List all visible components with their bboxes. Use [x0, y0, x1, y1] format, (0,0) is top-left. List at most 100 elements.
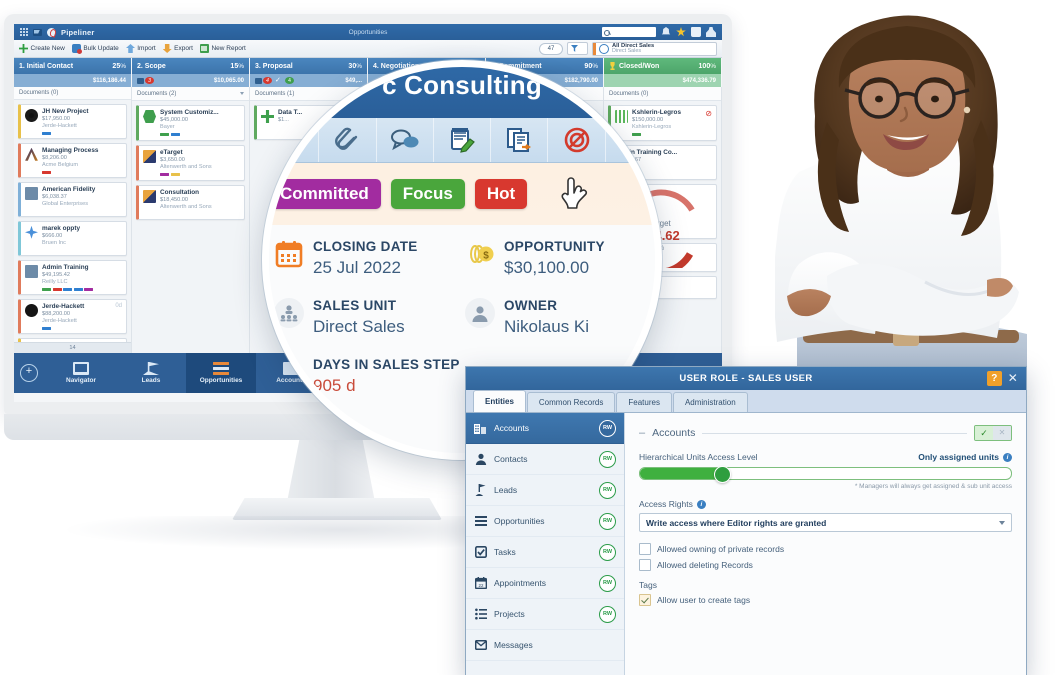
- stage-name: 2. Scope: [137, 62, 166, 70]
- nav-item-leads[interactable]: Leads: [116, 353, 186, 393]
- opportunity-card[interactable]: Managing Process $8,206.00 Acme Belgium: [18, 142, 127, 178]
- documents-header[interactable]: Documents (0): [14, 87, 131, 100]
- comments-button[interactable]: [377, 118, 434, 162]
- chevron-down-icon[interactable]: [618, 104, 628, 109]
- chip-hot[interactable]: Hot: [474, 179, 528, 209]
- checkbox-private-records[interactable]: Allowed owning of private records: [639, 543, 1012, 555]
- star-icon[interactable]: [676, 27, 686, 37]
- nav-item-navigator[interactable]: Navigator: [46, 353, 116, 393]
- opportunity-card[interactable]: eTarget $3,650.00 Altenwerth and Sons: [136, 144, 245, 181]
- hierarchical-slider[interactable]: [639, 466, 1012, 483]
- documents-header[interactable]: Documents (2): [132, 87, 249, 101]
- opportunity-card[interactable]: Jerde-Hackett $88,200.00 Jerde-Hackett 0…: [18, 298, 127, 334]
- stage-header[interactable]: 2. Scope 15%: [132, 58, 250, 74]
- comments-icon: [390, 129, 419, 151]
- entity-item-contacts[interactable]: Contacts RW: [466, 444, 624, 475]
- rw-badge[interactable]: RW: [599, 419, 616, 437]
- stage-header[interactable]: 1. Initial Contact 25%: [14, 58, 132, 74]
- entity-item-opportunities[interactable]: Opportunities RW: [466, 506, 624, 537]
- opportunity-card[interactable]: JH New Project $17,950.00 Jerde-Hackett: [18, 103, 127, 139]
- dialog-titlebar: USER ROLE - SALES USER ? ✕: [466, 367, 1026, 390]
- info-icon[interactable]: i: [696, 499, 706, 509]
- card-account: Jerde-Hackett: [42, 122, 77, 129]
- rw-badge[interactable]: RW: [599, 450, 616, 468]
- chip-committed[interactable]: Committed: [269, 179, 381, 209]
- entity-item-tasks[interactable]: Tasks RW: [466, 537, 624, 568]
- tab-common-records[interactable]: Common Records: [526, 392, 616, 412]
- search-input[interactable]: [602, 27, 656, 37]
- record-toolbar: [269, 118, 655, 163]
- info-icon[interactable]: i: [1003, 452, 1012, 462]
- card-amount: $49,195.42: [42, 271, 70, 278]
- documents-button[interactable]: [491, 118, 549, 162]
- tab-features[interactable]: Features: [616, 392, 672, 412]
- card-title: System Customiz...: [160, 109, 219, 116]
- nav-item-opportunities[interactable]: Opportunities: [186, 353, 256, 393]
- rw-badge[interactable]: RW: [599, 481, 616, 499]
- stage-probability: 100: [698, 62, 711, 70]
- checkbox[interactable]: [639, 559, 651, 571]
- card-tags: [42, 131, 122, 135]
- entity-item-messages[interactable]: Messages: [466, 630, 624, 661]
- chip-focus[interactable]: Focus: [390, 179, 465, 209]
- checkbox[interactable]: [639, 594, 651, 606]
- opportunity-card[interactable]: marek oppty $666.00 Bruen Inc: [18, 220, 127, 256]
- new-report-button[interactable]: New Report: [199, 44, 246, 53]
- slider-knob[interactable]: [714, 466, 732, 483]
- view-selector[interactable]: All Direct Sales Direct Sales: [592, 41, 717, 56]
- card-title: Admin Training: [42, 263, 89, 271]
- notes-button[interactable]: [434, 118, 492, 162]
- docs-icon: [137, 77, 144, 84]
- entity-item-leads[interactable]: Leads RW: [466, 475, 624, 506]
- chevron-down-icon[interactable]: [240, 92, 244, 95]
- access-rights-select[interactable]: Write access where Editor rights are gra…: [639, 513, 1012, 532]
- entity-item-accounts[interactable]: Accounts RW: [466, 413, 624, 444]
- rw-badge[interactable]: RW: [599, 605, 616, 623]
- opportunity-card[interactable]: American Fidelity $6,038.37 Global Enter…: [18, 181, 127, 217]
- opportunity-card[interactable]: Consultation $18,450.00 Altenwerth and S…: [136, 184, 245, 220]
- filter-button[interactable]: [567, 42, 588, 55]
- dialog-tabs: Entities Common Records Features Adminis…: [466, 390, 1026, 413]
- export-button[interactable]: Export: [162, 44, 193, 53]
- entity-item-appointments[interactable]: 22 Appointments RW: [466, 568, 624, 599]
- card-account: Jerde-Hackett: [42, 317, 77, 324]
- plus-icon: [19, 44, 28, 53]
- create-new-button[interactable]: Create New: [19, 44, 65, 53]
- card-amount: $8,206.00: [42, 154, 67, 161]
- block-button[interactable]: [548, 118, 606, 162]
- tab-entities[interactable]: Entities: [473, 390, 526, 412]
- bulk-update-button[interactable]: Bulk Update: [71, 44, 119, 54]
- divider: [702, 432, 967, 434]
- leads-icon: [474, 484, 487, 497]
- help-button[interactable]: ?: [987, 371, 1002, 386]
- close-icon[interactable]: ✕: [1006, 371, 1020, 386]
- rw-badge[interactable]: RW: [599, 543, 616, 561]
- opportunity-card[interactable]: Admin Training $49,195.42 Reilly LLC: [18, 259, 127, 295]
- collapse-icon[interactable]: –: [639, 427, 645, 439]
- checkbox-label: Allowed owning of private records: [657, 544, 785, 554]
- approve-button[interactable]: [269, 118, 320, 162]
- card-amount: $17,950.00: [42, 115, 70, 122]
- toggle-off[interactable]: ✕: [993, 426, 1011, 440]
- attachment-button[interactable]: [319, 118, 377, 162]
- opportunity-card[interactable]: System Customiz... $45,000.00 Bayer: [136, 105, 245, 141]
- rw-badge[interactable]: RW: [599, 512, 616, 530]
- checkbox[interactable]: [639, 543, 651, 555]
- import-label: Import: [137, 45, 156, 52]
- import-button[interactable]: Import: [126, 44, 156, 53]
- bell-icon[interactable]: [661, 27, 671, 35]
- rw-badge[interactable]: RW: [599, 574, 616, 592]
- trash-icon[interactable]: [691, 27, 701, 37]
- entity-item-projects[interactable]: Projects RW: [466, 599, 624, 630]
- checkbox-deleting-records[interactable]: Allowed deleting Records: [639, 559, 1012, 571]
- add-button[interactable]: +: [20, 364, 38, 382]
- checkbox-allow-create-tags[interactable]: Allow user to create tags: [639, 594, 1012, 606]
- toggle-on[interactable]: ✓: [975, 426, 993, 440]
- tab-administration[interactable]: Administration: [672, 392, 748, 412]
- user-icon[interactable]: [706, 27, 716, 37]
- mail-icon: [474, 639, 487, 652]
- navigator-icon: [73, 362, 89, 375]
- enable-toggle[interactable]: ✓ ✕: [974, 425, 1012, 441]
- docs-icon: [255, 77, 262, 84]
- reopen-button[interactable]: [606, 118, 655, 162]
